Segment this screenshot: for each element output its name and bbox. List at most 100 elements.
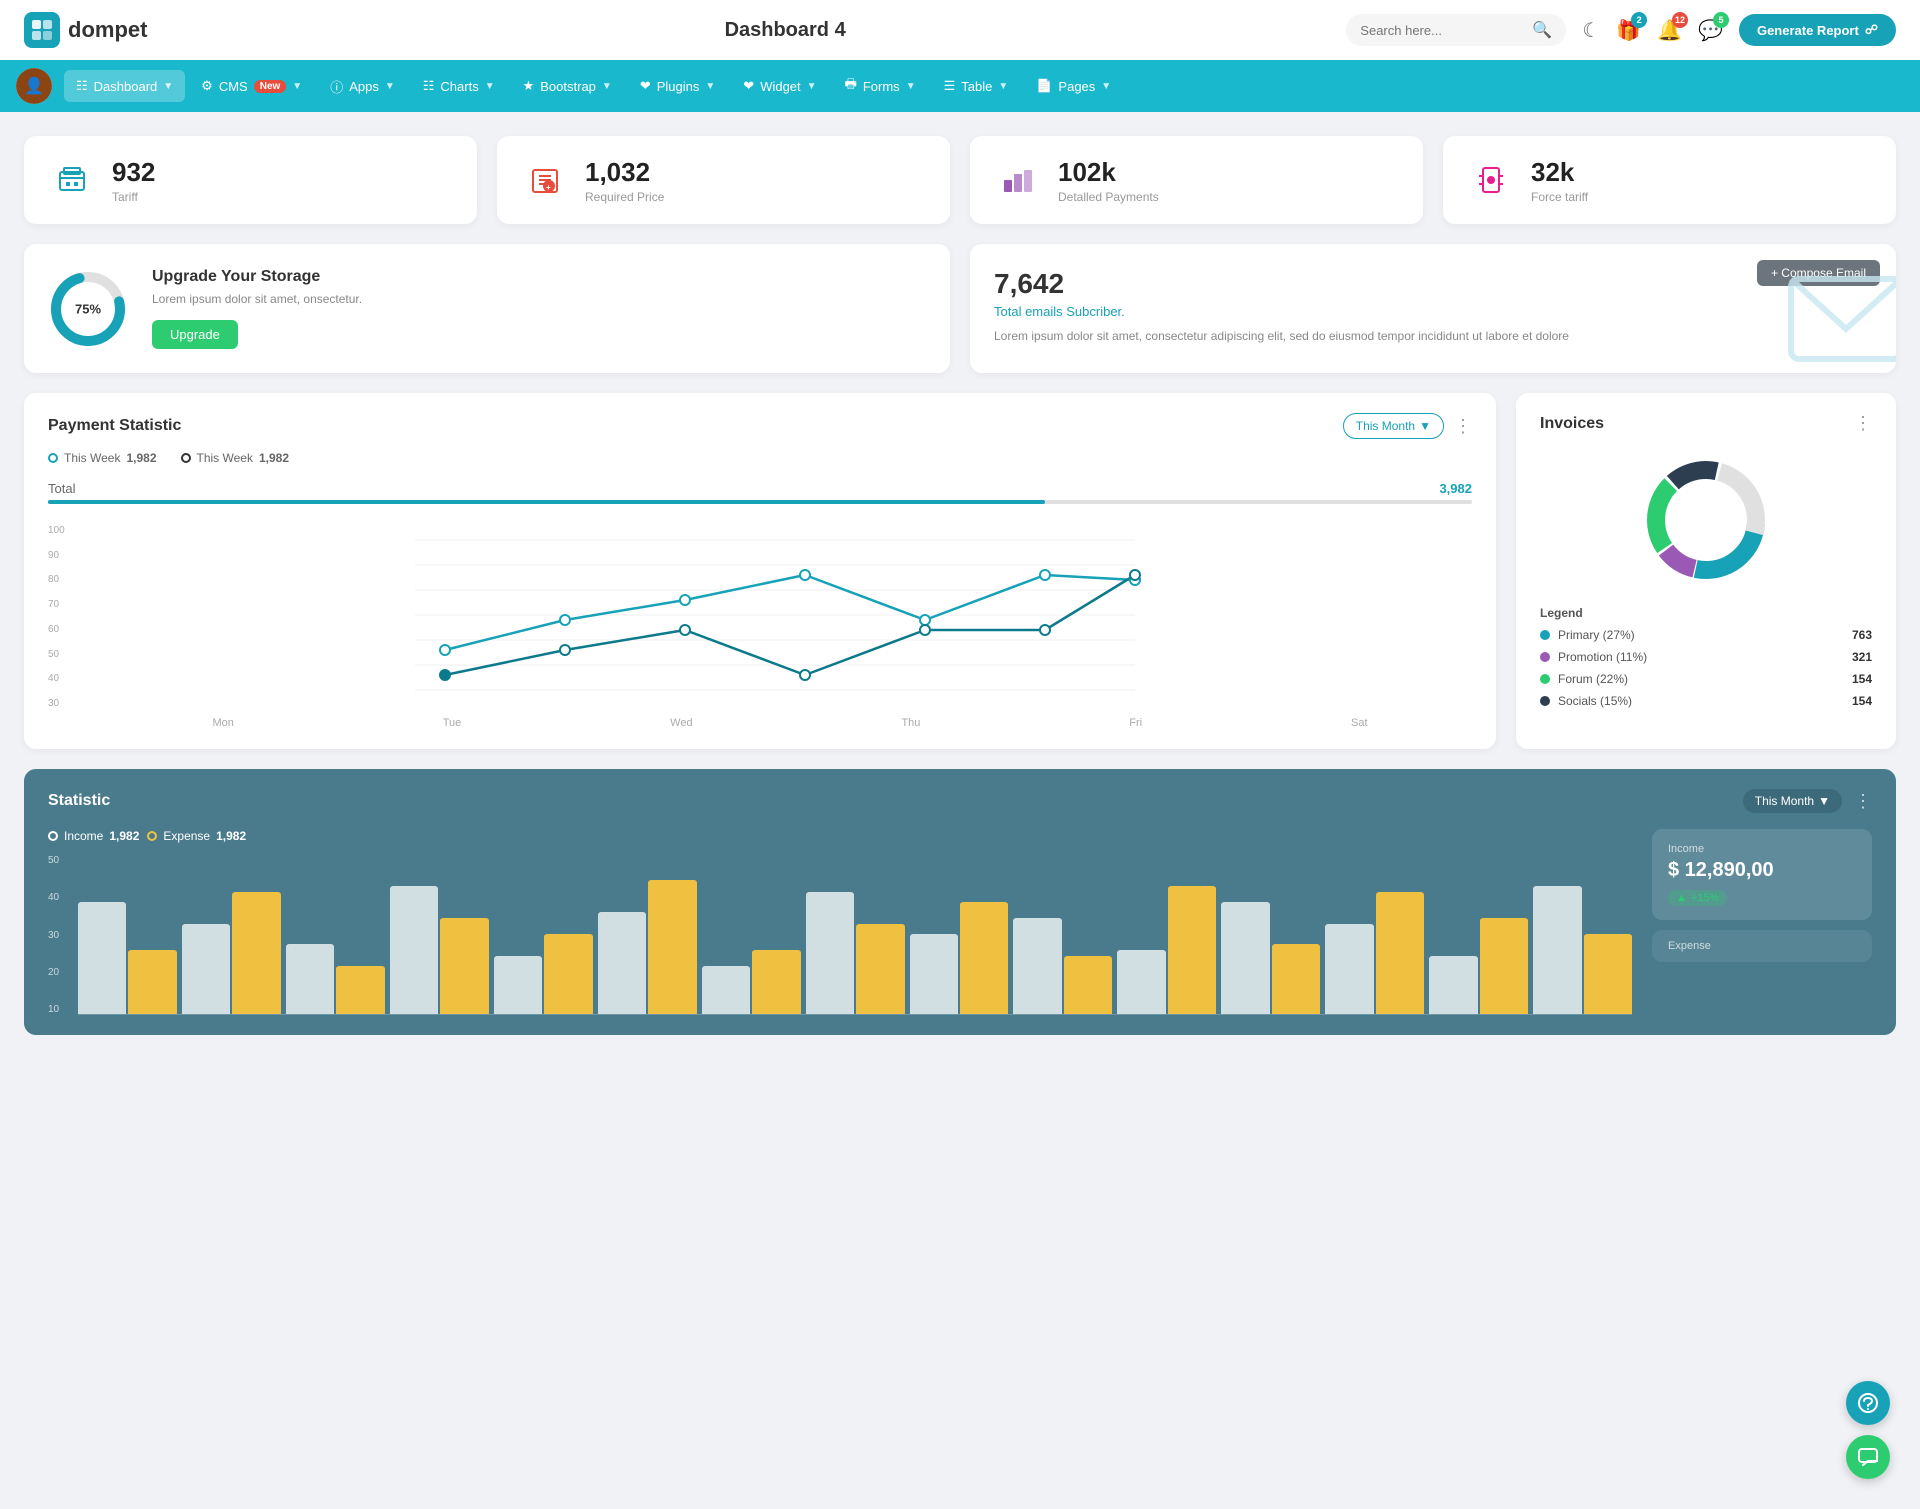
chevron-down-icon-charts: ▼ <box>485 81 495 92</box>
bar-white-6 <box>702 966 750 1014</box>
search-box[interactable]: 🔍 <box>1346 14 1566 46</box>
nav-item-pages[interactable]: 📄 Pages ▼ <box>1024 70 1123 102</box>
legend-socials: Socials (15%) 154 <box>1540 694 1872 708</box>
legend-forum-label: Forum (22%) <box>1558 672 1628 686</box>
bar-white-7 <box>806 892 854 1014</box>
bar-white-1 <box>182 924 230 1014</box>
total-label: Total <box>48 481 75 496</box>
expense-panel-label: Expense <box>1668 940 1856 952</box>
nav-item-widget[interactable]: ❤ Widget ▼ <box>731 70 828 102</box>
user-avatar[interactable]: 👤 <box>16 68 52 104</box>
bar-yellow-12 <box>1376 892 1424 1014</box>
nav-item-apps[interactable]: ⓘ Apps ▼ <box>318 69 407 104</box>
nav-label-charts: Charts <box>440 79 478 94</box>
legend-circle-socials <box>1540 696 1550 706</box>
chat-icon[interactable]: 💬 5 <box>1698 18 1723 43</box>
payment-title: Payment Statistic <box>48 417 181 435</box>
bell-icon[interactable]: 🔔 12 <box>1657 18 1682 43</box>
chevron-down-icon-pages: ▼ <box>1101 81 1111 92</box>
nav-item-plugins[interactable]: ❤ Plugins ▼ <box>628 70 727 102</box>
upgrade-button[interactable]: Upgrade <box>152 320 238 349</box>
header-right: 🔍 ☾ 🎁 2 🔔 12 💬 5 Generate Report ☍ <box>1346 14 1896 46</box>
statistic-section: Statistic This Month ▼ ⋮ Income 1,982 <box>24 769 1896 1035</box>
fab-support[interactable] <box>1846 1381 1890 1425</box>
legend-item-1: This Week 1,982 <box>48 451 157 465</box>
nav-label-dashboard: Dashboard <box>94 79 158 94</box>
y-label-80: 80 <box>48 574 72 585</box>
chevron-down-icon-widget: ▼ <box>807 81 817 92</box>
bar-group-5 <box>598 880 697 1014</box>
logo-text: dompet <box>68 17 147 43</box>
generate-report-label: Generate Report <box>1757 23 1859 38</box>
statistic-chart-area: Income 1,982 Expense 1,982 50 40 30 20 <box>48 829 1632 1015</box>
page-title: Dashboard 4 <box>224 19 1346 42</box>
legend-forum: Forum (22%) 154 <box>1540 672 1872 686</box>
nav-item-bootstrap[interactable]: ★ Bootstrap ▼ <box>511 70 624 102</box>
nav-item-cms[interactable]: ⚙ CMS New ▼ <box>189 70 314 102</box>
x-label-wed: Wed <box>670 717 692 729</box>
bar-white-3 <box>390 886 438 1014</box>
email-card: + Compose Email 7,642 Total emails Subcr… <box>970 244 1896 373</box>
legend-promotion-left: Promotion (11%) <box>1540 650 1647 664</box>
total-value: 3,982 <box>1439 481 1472 496</box>
payment-legend: This Week 1,982 This Week 1,982 <box>48 451 1472 465</box>
storage-description: Lorem ipsum dolor sit amet, onsectetur. <box>152 292 362 306</box>
income-panel: Income $ 12,890,00 ▲ +15% <box>1652 829 1872 920</box>
payment-header-right: This Month ▼ ⋮ <box>1343 413 1472 439</box>
chevron-down-icon-table: ▼ <box>998 81 1008 92</box>
nav-item-dashboard[interactable]: ☷ Dashboard ▼ <box>64 70 185 102</box>
invoices-more-icon[interactable]: ⋮ <box>1854 413 1872 434</box>
bar-y-labels: 50 40 30 20 10 <box>48 855 78 1015</box>
chevron-down-icon: ▼ <box>163 81 173 92</box>
statistic-body: Income 1,982 Expense 1,982 50 40 30 20 <box>48 829 1872 1015</box>
cms-new-badge: New <box>254 80 287 93</box>
email-subtitle: Total emails Subcriber. <box>994 304 1872 319</box>
bar-group-2 <box>286 944 385 1014</box>
stat-card-force-tariff: 32k Force tariff <box>1443 136 1896 224</box>
statistic-more-icon[interactable]: ⋮ <box>1854 791 1872 812</box>
nav-item-charts[interactable]: ☷ Charts ▼ <box>411 70 507 102</box>
expense-panel: Expense <box>1652 930 1872 962</box>
storage-card: 75% Upgrade Your Storage Lorem ipsum dol… <box>24 244 950 373</box>
bar-white-8 <box>910 934 958 1014</box>
bar-yellow-1 <box>232 892 280 1014</box>
stat-legend-income: Income 1,982 <box>48 829 139 843</box>
invoices-donut-chart <box>1540 450 1872 590</box>
more-options-icon[interactable]: ⋮ <box>1454 416 1472 437</box>
heart-icon-widget: ❤ <box>743 78 754 94</box>
bar-group-9 <box>1013 918 1112 1014</box>
generate-report-button[interactable]: Generate Report ☍ <box>1739 14 1896 46</box>
page-icon: 📄 <box>1036 78 1052 94</box>
gift-icon[interactable]: 🎁 2 <box>1616 18 1641 43</box>
search-icon: 🔍 <box>1532 20 1552 40</box>
this-month-filter[interactable]: This Month ▼ <box>1343 413 1444 439</box>
header: dompet Dashboard 4 🔍 ☾ 🎁 2 🔔 12 💬 5 Gene… <box>0 0 1920 60</box>
legend-primary: Primary (27%) 763 <box>1540 628 1872 642</box>
nav-item-forms[interactable]: 🖶 Forms ▼ <box>833 67 928 105</box>
bar-chart-wrapper: 50 40 30 20 10 <box>48 855 1632 1015</box>
statistic-month-filter[interactable]: This Month ▼ <box>1743 789 1842 813</box>
force-value: 32k <box>1531 157 1588 188</box>
expense-legend-label: Expense <box>163 829 210 843</box>
invoices-card: Invoices ⋮ Legend <box>1516 393 1896 749</box>
chart-bar-icon: ☍ <box>1865 22 1878 38</box>
storage-title: Upgrade Your Storage <box>152 268 362 286</box>
bar-white-13 <box>1429 956 1477 1014</box>
stat-info-payments: 102k Detalled Payments <box>1058 157 1159 204</box>
y-axis-labels: 100 90 80 70 60 50 40 30 <box>48 520 78 729</box>
nav-item-table[interactable]: ☰ Table ▼ <box>932 70 1021 102</box>
search-input[interactable] <box>1360 23 1524 38</box>
bar-yellow-11 <box>1272 944 1320 1014</box>
legend-dot-income <box>48 831 58 841</box>
chart-icon: ☷ <box>423 78 435 94</box>
x-label-sat: Sat <box>1351 717 1368 729</box>
fab-chat[interactable] <box>1846 1435 1890 1479</box>
total-progress-bar <box>48 500 1472 504</box>
chevron-down-icon-plugins: ▼ <box>705 81 715 92</box>
chevron-down-icon-apps: ▼ <box>385 81 395 92</box>
fab-container <box>1846 1381 1890 1479</box>
theme-toggle[interactable]: ☾ <box>1582 18 1600 43</box>
bar-group-4 <box>494 934 593 1014</box>
bar-white-9 <box>1013 918 1061 1014</box>
line-chart-container: 100 90 80 70 60 50 40 30 <box>48 520 1472 729</box>
